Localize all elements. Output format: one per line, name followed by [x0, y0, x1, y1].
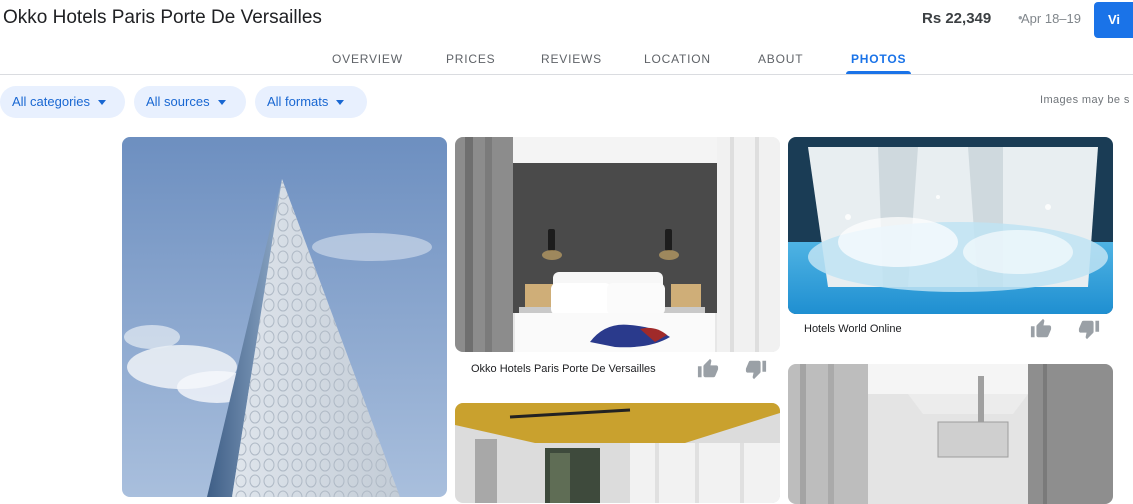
water-slide-image — [788, 137, 1113, 314]
filter-sources-chip[interactable]: All sources — [134, 86, 246, 118]
stay-dates[interactable]: Apr 18–19 — [1021, 11, 1081, 26]
photo-hotel-room[interactable] — [455, 137, 780, 352]
caret-down-icon — [336, 100, 345, 106]
photo-caption-okko: Okko Hotels Paris Porte De Versailles — [471, 363, 656, 375]
lobby-image — [455, 403, 780, 503]
tab-location[interactable]: LOCATION — [644, 52, 711, 66]
filter-categories-chip[interactable]: All categories — [0, 86, 125, 118]
thumb-up-icon[interactable] — [1030, 318, 1052, 340]
images-notice: Images may be s — [1040, 94, 1130, 106]
photo-caption-hotels-world-online: Hotels World Online — [804, 323, 902, 335]
tab-overview[interactable]: OVERVIEW — [332, 52, 403, 66]
building-facade-image — [122, 137, 447, 497]
filter-formats-chip[interactable]: All formats — [255, 86, 367, 118]
photo-bathroom[interactable] — [788, 364, 1113, 504]
tab-reviews[interactable]: REVIEWS — [541, 52, 602, 66]
hotel-room-image — [455, 137, 780, 352]
filter-categories-label: All categories — [12, 94, 91, 109]
thumb-down-icon[interactable] — [1078, 318, 1100, 340]
filter-sources-label: All sources — [146, 94, 210, 109]
thumb-up-icon[interactable] — [697, 358, 719, 380]
tab-photos[interactable]: PHOTOS — [851, 52, 906, 66]
photo-building-facade[interactable] — [122, 137, 447, 497]
caret-down-icon — [217, 100, 226, 106]
hotel-title: Okko Hotels Paris Porte De Versailles — [3, 7, 322, 28]
thumb-down-icon[interactable] — [745, 358, 767, 380]
filter-formats-label: All formats — [267, 94, 329, 109]
tab-about[interactable]: ABOUT — [758, 52, 803, 66]
price-label: Rs 22,349 — [922, 10, 992, 27]
photo-lobby[interactable] — [455, 403, 780, 503]
caret-down-icon — [98, 100, 107, 106]
photo-water-slide[interactable] — [788, 137, 1113, 314]
tab-prices[interactable]: PRICES — [446, 52, 495, 66]
bathroom-image — [788, 364, 1113, 504]
view-prices-button[interactable]: Vi — [1094, 2, 1133, 38]
tabs-divider — [0, 74, 1133, 75]
